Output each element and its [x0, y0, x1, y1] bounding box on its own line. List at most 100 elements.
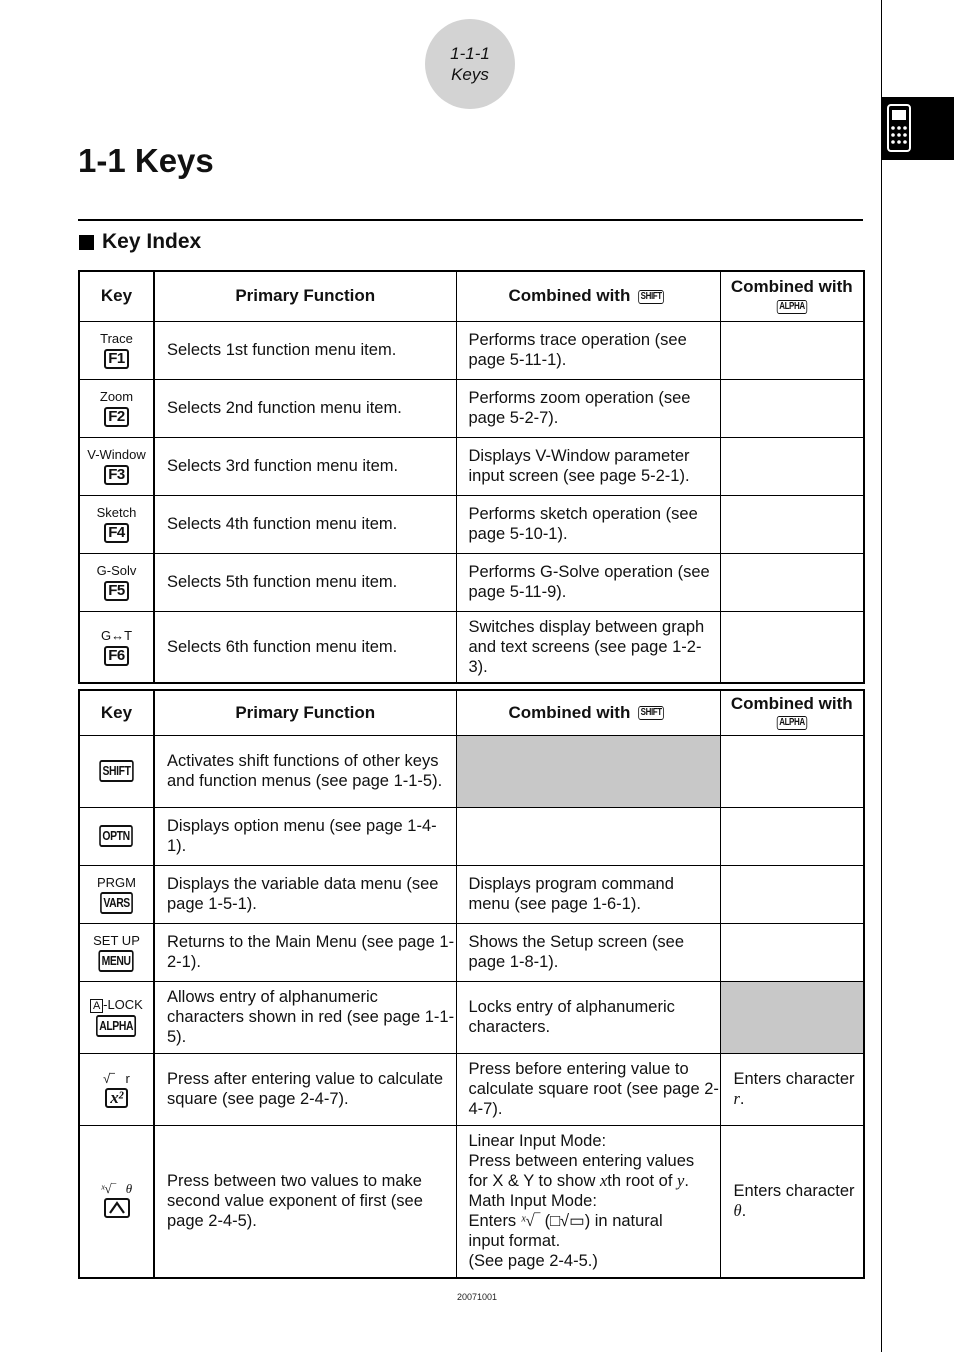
function-key-icon: F5 [104, 581, 129, 601]
table-row: SHIFT Activates shift functions of other… [78, 734, 865, 808]
primary-function-cell: Press between two values to make second … [153, 1124, 457, 1279]
page-title: 1-1 Keys [78, 142, 214, 179]
alpha-key-icon: ALPHA [776, 299, 807, 314]
header-alpha-text: Combined with [730, 277, 853, 297]
shift-function-cell: Displays V-Window parameter input screen… [455, 436, 721, 496]
table-row: SET UP MENU Returns to the Main Menu (se… [78, 922, 865, 982]
header-shift-text: Combined with [508, 702, 631, 722]
function-key-icon: F2 [104, 407, 129, 427]
page-number: 1-1-1 [450, 44, 490, 63]
key-shift-label: √‾ r [103, 1070, 130, 1086]
shift-function-cell: Linear Input Mode: Press between enterin… [455, 1124, 721, 1279]
lock-label: -LOCK [103, 997, 143, 1012]
key-cell: √‾ r x² [78, 1052, 155, 1126]
shift-line: Math Input Mode: [468, 1192, 597, 1211]
alpha-suffix: . [739, 1090, 745, 1108]
header-primary-function: Primary Function [153, 689, 457, 736]
alpha-suffix: . [741, 1202, 747, 1221]
alpha-text: Enters character [733, 1182, 855, 1201]
text: . [684, 1172, 689, 1191]
alpha-variable: θ [733, 1201, 742, 1221]
key-cell: Sketch F4 [78, 494, 155, 554]
header-combined-alpha: Combined with ALPHA [719, 689, 865, 736]
primary-function-cell: Displays option menu (see page 1-4-1). [153, 806, 457, 866]
header-alpha-text: Combined with [730, 693, 853, 713]
function-key-icon: F1 [104, 349, 129, 369]
key-index-table-function-keys: Key Primary Function Combined with SHIFT… [78, 270, 865, 684]
shift-function-cell: Locks entry of alphanumeric characters. [455, 980, 721, 1054]
shift-line: Linear Input Mode: [468, 1132, 607, 1151]
square-key-icon: x² [105, 1087, 128, 1108]
alpha-function-cell: Enters character θ. [719, 1124, 865, 1279]
shift-function-cell [455, 806, 721, 866]
shift-line: input format. [468, 1232, 561, 1251]
text: th root of [607, 1172, 678, 1191]
table-header-row: Key Primary Function Combined with SHIFT… [78, 270, 865, 322]
header-combined-shift: Combined with SHIFT [455, 689, 721, 736]
text: (□√▭) in natural [540, 1212, 663, 1231]
key-shift-label: V-Window [87, 447, 146, 462]
primary-function-cell: Selects 5th function menu item. [153, 552, 457, 612]
alpha-function-cell-na [719, 980, 865, 1054]
page-section-label: Keys [451, 65, 489, 84]
header-key: Key [78, 270, 155, 322]
calculator-icon [887, 104, 911, 152]
alpha-function-cell [719, 494, 865, 554]
key-shift-label: PRGM [97, 874, 136, 890]
primary-function-cell: Selects 4th function menu item. [153, 494, 457, 554]
shift-line: for X & Y to show xth root of y. [469, 1171, 720, 1191]
footer-code: 20071001 [456, 1292, 498, 1302]
table-row: PRGM VARS Displays the variable data men… [78, 864, 865, 924]
power-key-icon [103, 1198, 130, 1219]
key-shift-label: Zoom [99, 389, 134, 404]
function-key-icon: F4 [104, 523, 129, 543]
table-row: OPTN Displays option menu (see page 1-4-… [78, 806, 865, 866]
key-shift-label: A -LOCK [80, 997, 153, 1013]
table-row: √‾ r x² Press after entering value to ca… [78, 1052, 865, 1126]
header-primary-function: Primary Function [153, 270, 457, 322]
key-cell: OPTN [78, 806, 155, 866]
table-header-row: Key Primary Function Combined with SHIFT… [78, 689, 865, 736]
primary-function-cell: Activates shift functions of other keys … [153, 734, 457, 808]
margin-rule [881, 0, 882, 1352]
shift-line: Enters ˣ√‾ (□√▭) in natural [469, 1211, 720, 1231]
key-shift-label: Sketch [96, 505, 137, 520]
key-cell: A -LOCK ALPHA [78, 980, 155, 1054]
shift-function-cell: Performs G-Solve operation (see page 5-1… [455, 552, 721, 612]
shift-key-icon: SHIFT [99, 760, 134, 782]
key-index-table-control-keys: Key Primary Function Combined with SHIFT… [78, 689, 865, 1279]
alpha-function-cell: Enters character r. [719, 1052, 865, 1126]
square-bullet-icon [79, 234, 94, 250]
title-divider [78, 219, 863, 221]
text: for X & Y to show [468, 1172, 600, 1191]
key-cell: PRGM VARS [78, 864, 155, 924]
alpha-function-cell [719, 436, 865, 496]
alpha-function-cell [719, 864, 865, 924]
chapter-tab [882, 97, 954, 160]
shift-line: (See page 2-4-5.) [468, 1252, 598, 1271]
shift-function-cell: Press before entering value to calculate… [455, 1052, 721, 1126]
text: Enters [468, 1212, 521, 1231]
alpha-key-icon: ALPHA [96, 1015, 137, 1037]
page-number-badge: 1-1-1 Keys [425, 19, 515, 109]
menu-key-icon: MENU [98, 949, 135, 972]
alpha-function-cell [719, 378, 865, 438]
primary-function-cell: Allows entry of alphanumeric characters … [153, 980, 457, 1054]
shift-key-icon: SHIFT [638, 289, 665, 304]
shift-key-icon: SHIFT [638, 706, 665, 721]
table-row: Sketch F4 Selects 4th function menu item. P… [78, 494, 865, 554]
key-cell: Trace F1 [78, 320, 155, 380]
primary-function-cell: Displays the variable data menu (see pag… [153, 864, 457, 924]
key-cell: ˣ√‾ θ [78, 1124, 155, 1279]
table-row: V-Window F3 Selects 3rd function menu item… [78, 436, 865, 496]
shift-function-cell: Shows the Setup screen (see page 1-8-1). [455, 922, 721, 982]
optn-key-icon: OPTN [99, 825, 134, 847]
vars-key-icon: VARS [100, 891, 133, 914]
alpha-function-cell [719, 922, 865, 982]
shift-function-cell: Performs sketch operation (see page 5-10… [455, 494, 721, 554]
header-combined-shift: Combined with SHIFT [455, 270, 721, 322]
key-cell: G↔T F6 [78, 610, 155, 684]
primary-function-cell: Selects 1st function menu item. [153, 320, 457, 380]
primary-function-cell: Returns to the Main Menu (see page 1-2-1… [153, 922, 457, 982]
key-cell: V-Window F3 [78, 436, 155, 496]
